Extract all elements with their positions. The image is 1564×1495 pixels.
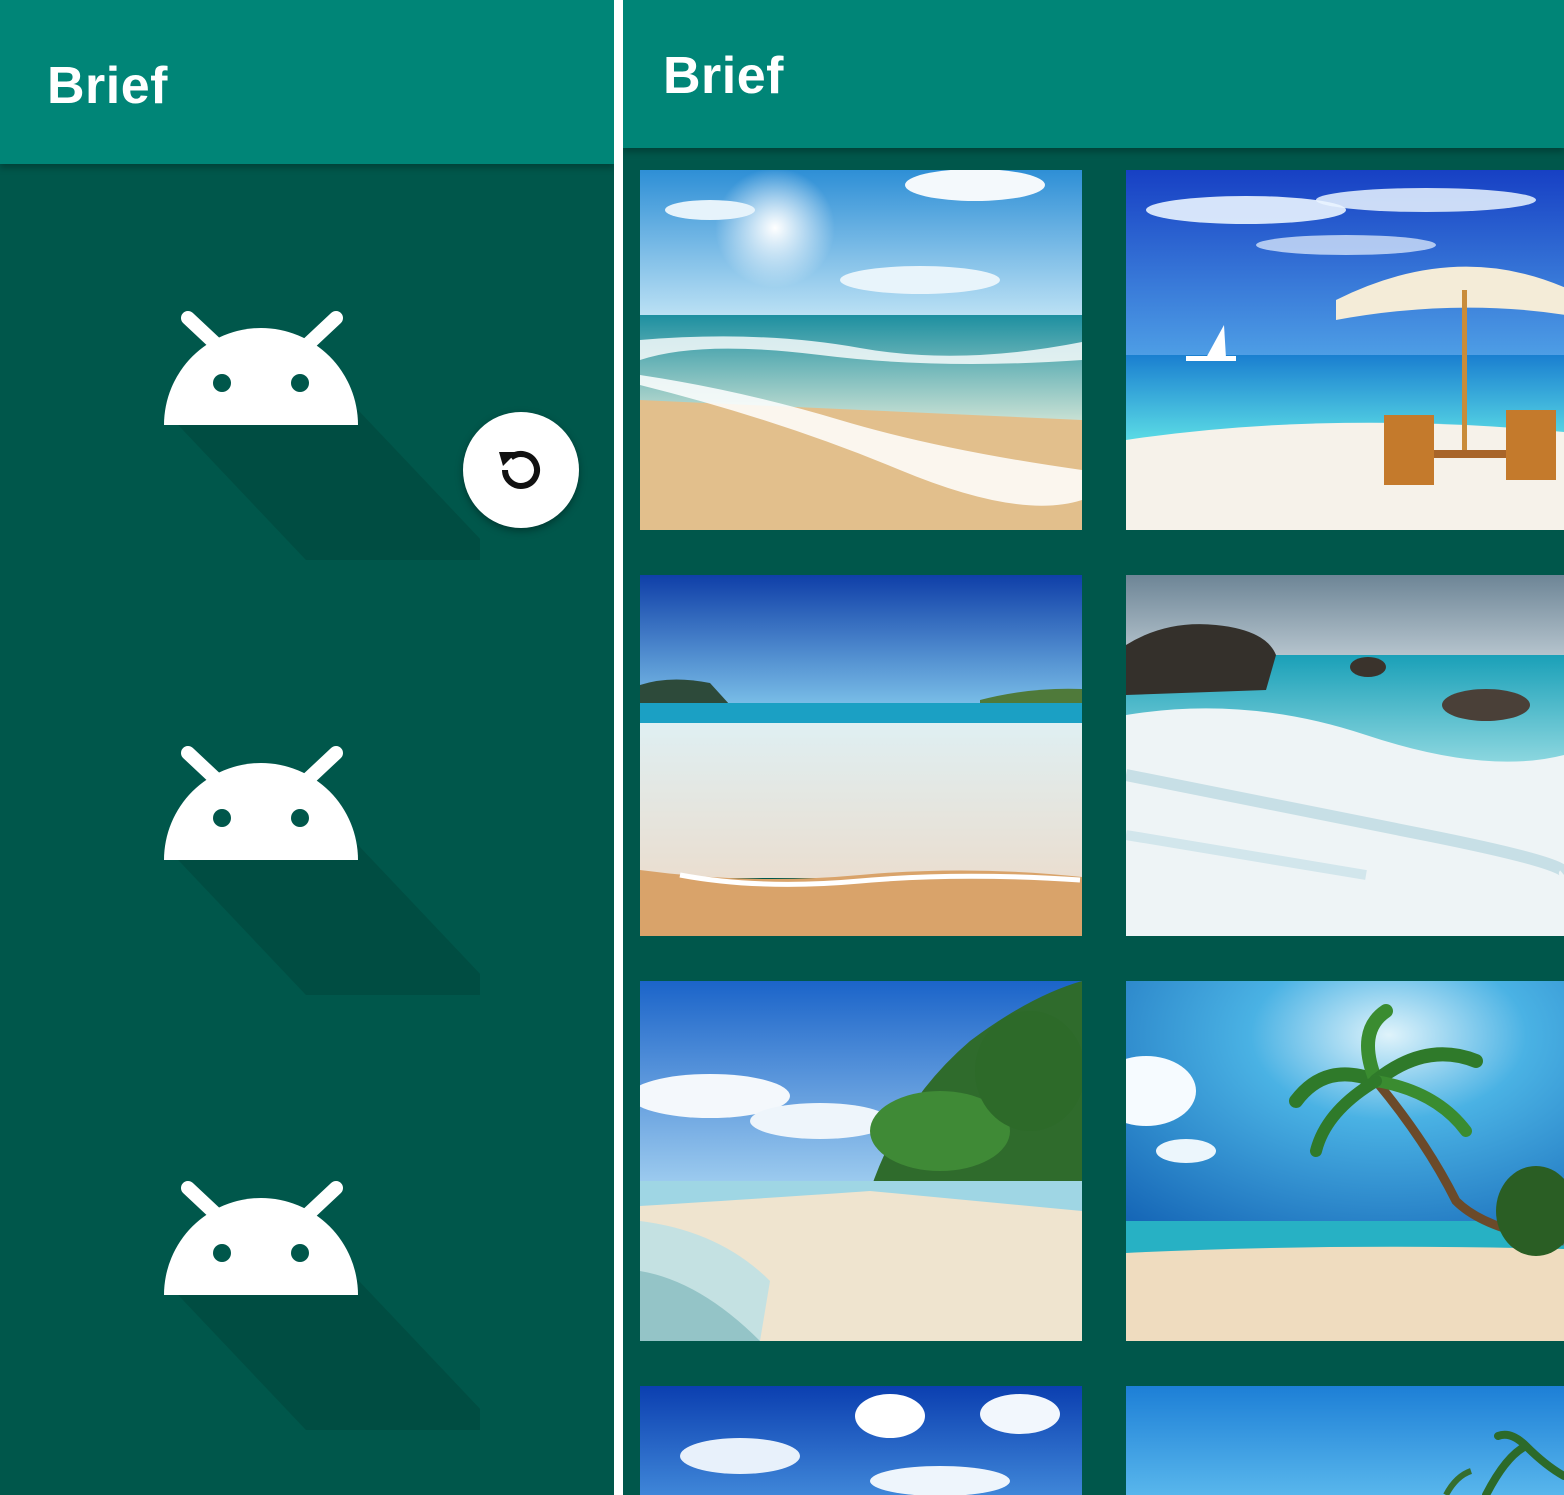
right-app-title: Brief [663, 47, 784, 105]
android-icon [160, 300, 480, 600]
beach-image-3[interactable] [640, 575, 1082, 936]
beach-image-1[interactable] [640, 170, 1082, 530]
comparison-stage: Brief Brief [0, 0, 1564, 1495]
beach-image-7[interactable] [640, 1386, 1082, 1495]
screen-divider [614, 0, 623, 1495]
beach-image-4[interactable] [1126, 575, 1564, 936]
left-app-title: Brief [47, 57, 168, 115]
left-app-bar: Brief [0, 0, 614, 164]
android-icon [160, 1170, 480, 1470]
refresh-button[interactable] [463, 412, 579, 528]
right-screen: Brief [623, 0, 1564, 1495]
right-app-bar: Brief [623, 0, 1564, 148]
beach-image-2[interactable] [1126, 170, 1564, 530]
left-screen: Brief [0, 0, 614, 1495]
beach-image-5[interactable] [640, 981, 1082, 1341]
android-icon [160, 735, 480, 1035]
beach-image-8[interactable] [1126, 1386, 1564, 1495]
refresh-icon [499, 451, 540, 489]
beach-image-6[interactable] [1126, 981, 1564, 1341]
